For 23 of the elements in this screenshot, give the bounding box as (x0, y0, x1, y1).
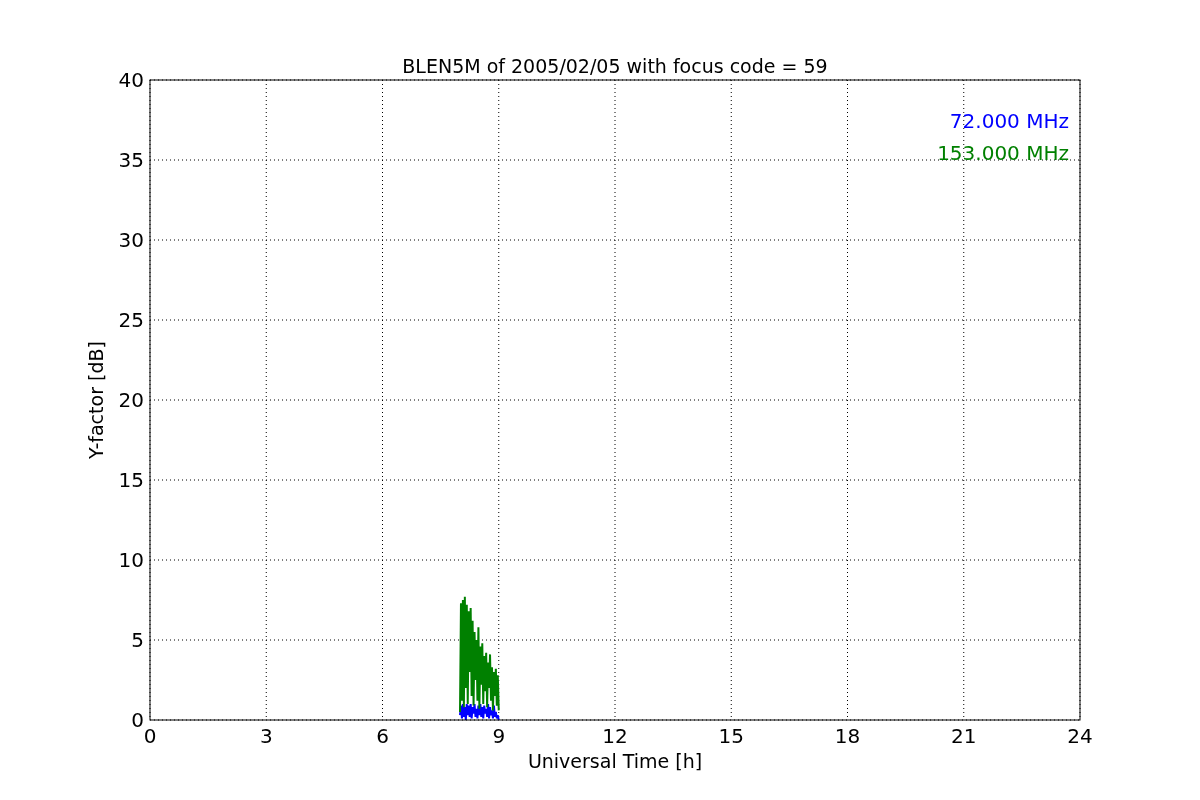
x-tick-label: 9 (492, 724, 506, 748)
x-tick-label: 24 (1067, 724, 1093, 748)
y-tick-label: 10 (118, 548, 144, 572)
y-tick-label: 5 (131, 628, 144, 652)
y-tick-label: 40 (118, 68, 144, 92)
y-tick-label: 25 (118, 308, 144, 332)
x-axis-label: Universal Time [h] (527, 750, 703, 772)
y-tick-label: 35 (118, 148, 144, 172)
x-tick-label: 15 (718, 724, 744, 748)
y-axis-label: Y-factor [dB] (85, 341, 107, 459)
x-tick-label: 18 (834, 724, 861, 748)
x-tick-label: 21 (951, 724, 977, 748)
x-tick-label: 3 (259, 724, 273, 748)
y-tick-label: 20 (118, 388, 144, 412)
y-tick-label: 15 (118, 468, 144, 492)
legend-label: 72.000 MHz (949, 109, 1069, 133)
x-tick-label: 6 (376, 724, 389, 748)
x-tick-label: 0 (143, 724, 157, 748)
legend-label: 153.000 MHz (937, 141, 1069, 165)
chart-title: BLEN5M of 2005/02/05 with focus code = 59 (402, 55, 828, 77)
y-tick-label: 0 (131, 708, 144, 732)
y-tick-label: 30 (118, 228, 144, 252)
x-tick-label: 12 (602, 724, 628, 748)
